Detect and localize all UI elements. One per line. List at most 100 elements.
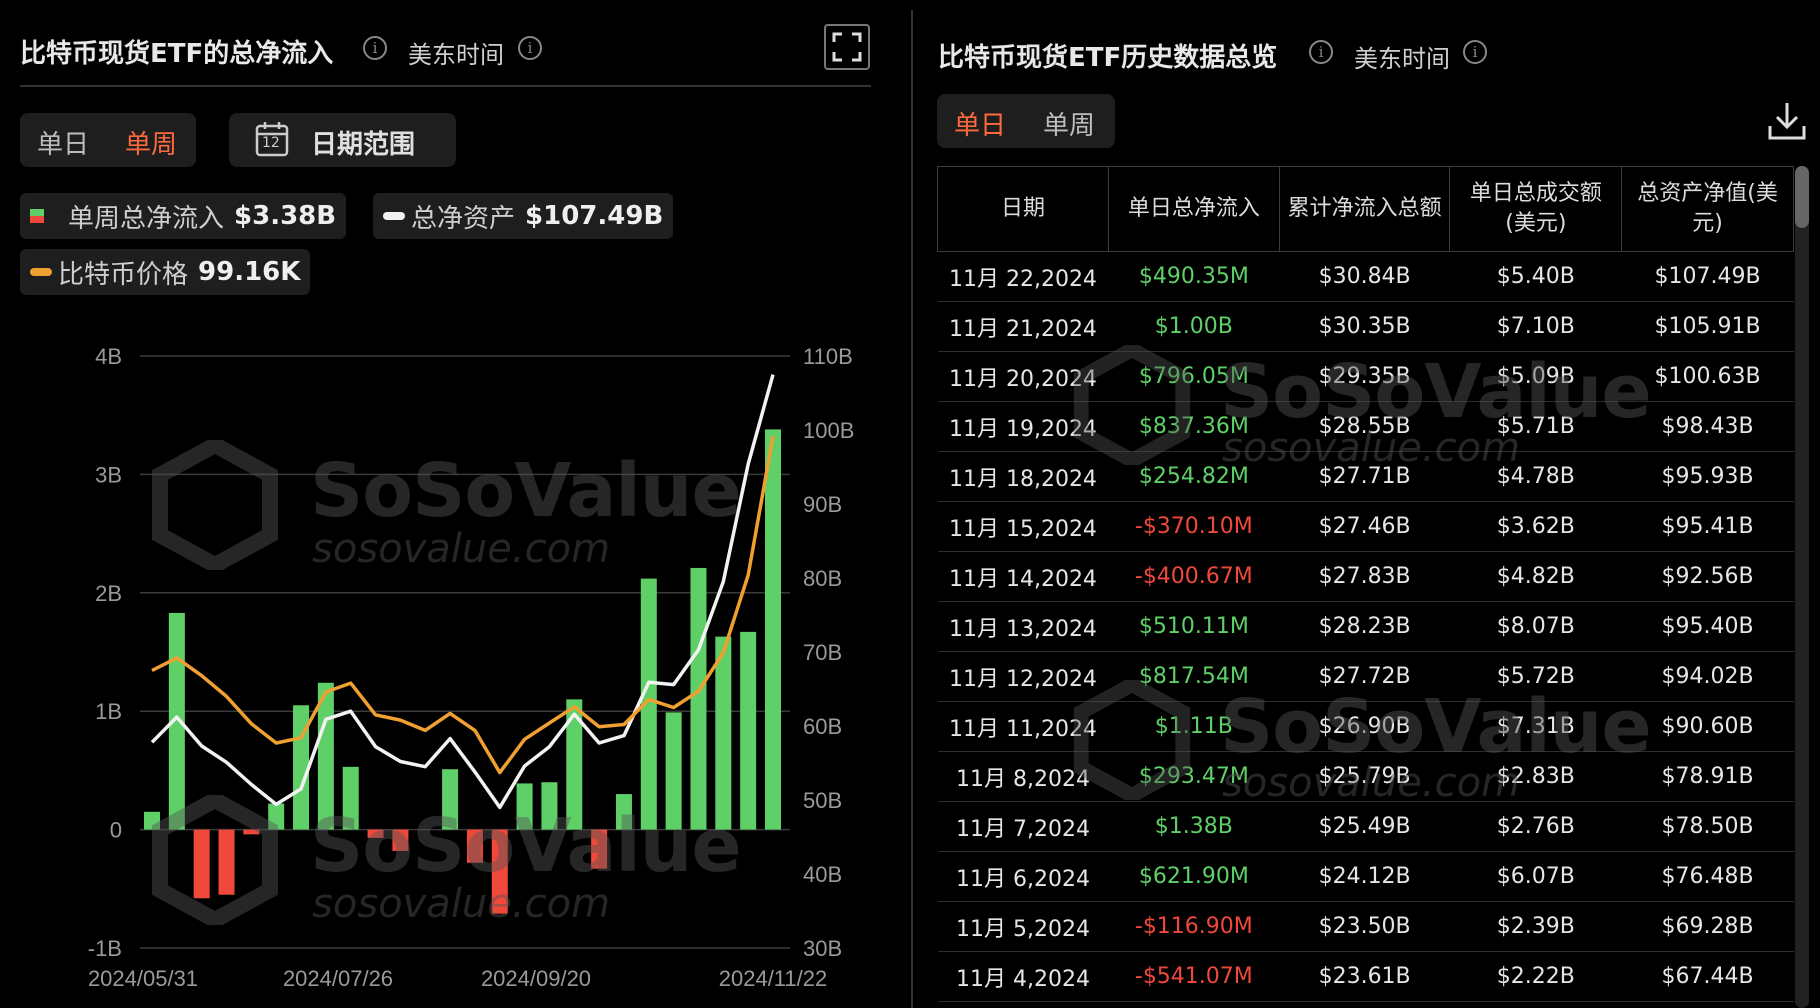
bar xyxy=(740,631,757,830)
cell-net-assets: $95.41B xyxy=(1621,501,1794,552)
y-right-tick-label: 30B xyxy=(803,936,842,961)
y-left-tick-label: -1B xyxy=(88,936,122,961)
cell-daily-inflow: -$400.67M xyxy=(1108,551,1280,602)
timezone-label: 美东时间 xyxy=(408,41,504,69)
cell-volume: $2.39B xyxy=(1449,901,1622,952)
cell-daily-inflow: -$370.10M xyxy=(1108,501,1280,552)
y-right-tick-label: 80B xyxy=(803,566,842,591)
legend-value: $107.49B xyxy=(525,201,664,231)
x-tick-label: 2024/05/31 xyxy=(88,966,198,991)
date-range-label: 日期范围 xyxy=(311,130,416,160)
info-icon[interactable]: i xyxy=(518,36,542,60)
sosovalue-logo xyxy=(152,435,278,575)
date-range-button[interactable]: 12 日期范围 xyxy=(229,113,456,167)
table-row[interactable]: 11月 15,2024 -$370.10M $27.46B $3.62B $95.41B xyxy=(937,501,1794,552)
cell-cumulative-inflow: $27.46B xyxy=(1279,501,1450,552)
watermark-url: sosovalue.com xyxy=(312,526,611,572)
right-panel: 比特币现货ETF历史数据总览 i 美东时间 i 单日 单周 日期 单日总净流入 … xyxy=(912,0,1820,1008)
sosovalue-logo xyxy=(1073,676,1191,804)
scrollbar-thumb[interactable] xyxy=(1795,166,1809,228)
watermark: SoSoValue sosovalue.com xyxy=(150,435,742,575)
header-daily-inflow[interactable]: 单日总净流入 xyxy=(1107,166,1280,252)
legend-net-assets[interactable]: 总净资产 $107.49B xyxy=(373,193,674,239)
sosovalue-logo xyxy=(152,790,278,930)
cell-net-assets: $107.49B xyxy=(1621,251,1794,302)
download-icon[interactable] xyxy=(1767,100,1807,142)
cell-net-assets: $76.48B xyxy=(1621,851,1794,902)
cell-net-assets: $69.28B xyxy=(1621,901,1794,952)
header-net-assets[interactable]: 总资产净值(美元) xyxy=(1621,166,1794,252)
watermark: SoSoValue sosovalue.com xyxy=(1072,341,1652,471)
table-row[interactable]: 11月 14,2024 -$400.67M $27.83B $4.82B $92.56B xyxy=(937,551,1794,602)
cell-volume: $7.10B xyxy=(1449,301,1622,352)
legend-value: $3.38B xyxy=(234,201,337,231)
watermark-brand: SoSoValue xyxy=(310,803,742,889)
y-left-tick-label: 3B xyxy=(95,462,122,487)
info-icon[interactable]: i xyxy=(363,36,387,60)
watermark-brand: SoSoValue xyxy=(1220,349,1652,435)
legend-label: 单周总净流入 xyxy=(68,203,225,234)
header-cumulative-inflow[interactable]: 累计净流入总额 xyxy=(1278,166,1451,252)
legend-weekly-inflow[interactable]: 单周总净流入 $3.38B xyxy=(20,193,347,239)
y-left-tick-label: 0 xyxy=(110,818,122,843)
table-row[interactable]: 11月 7,2024 $1.38B $25.49B $2.76B $78.50B xyxy=(937,801,1794,852)
header-date[interactable]: 日期 xyxy=(937,166,1109,252)
table-row[interactable]: 11月 4,2024 -$541.07M $23.61B $2.22B $67.44B xyxy=(937,951,1794,1002)
tab-weekly[interactable]: 单周 xyxy=(125,124,177,161)
tab-daily[interactable]: 单日 xyxy=(954,105,1006,142)
header-volume[interactable]: 单日总成交额(美元) xyxy=(1449,166,1623,252)
y-left-tick-label: 2B xyxy=(95,581,122,606)
cell-date: 11月 13,2024 xyxy=(937,601,1109,652)
info-icon[interactable]: i xyxy=(1309,40,1333,64)
history-table: 日期 单日总净流入 累计净流入总额 单日总成交额(美元) 总资产净值(美元) 1… xyxy=(937,166,1794,1002)
cell-cumulative-inflow: $30.35B xyxy=(1279,301,1450,352)
legend-label: 比特币价格 xyxy=(58,259,189,290)
y-right-tick-label: 40B xyxy=(803,862,842,887)
table-row[interactable]: 11月 13,2024 $510.11M $28.23B $8.07B $95.40B xyxy=(937,601,1794,652)
bar xyxy=(690,567,707,830)
cell-daily-inflow: $1.38B xyxy=(1108,801,1280,852)
period-toggle: 单日 单周 xyxy=(937,94,1115,148)
watermark-brand: SoSoValue xyxy=(1220,684,1652,770)
legend-btc-price[interactable]: 比特币价格 99.16K xyxy=(20,249,311,295)
legend-value: 99.16K xyxy=(198,257,301,287)
table-row[interactable]: 11月 5,2024 -$116.90M $23.50B $2.39B $69.28B xyxy=(937,901,1794,952)
table-row[interactable]: 11月 6,2024 $621.90M $24.12B $6.07B $76.48B xyxy=(937,851,1794,902)
table-scrollbar[interactable] xyxy=(1795,166,1809,1008)
watermark-brand: SoSoValue xyxy=(310,448,742,534)
cell-daily-inflow: $490.35M xyxy=(1108,251,1280,302)
cell-cumulative-inflow: $23.50B xyxy=(1279,901,1450,952)
cell-net-assets: $67.44B xyxy=(1621,951,1794,1002)
legend-swatch xyxy=(383,212,405,220)
y-right-tick-label: 110B xyxy=(803,344,853,369)
expand-icon[interactable] xyxy=(824,24,870,70)
cell-date: 11月 6,2024 xyxy=(937,851,1109,902)
y-left-tick-label: 4B xyxy=(95,344,122,369)
table-row[interactable]: 11月 21,2024 $1.00B $30.35B $7.10B $105.91B xyxy=(937,301,1794,352)
cell-volume: $2.22B xyxy=(1449,951,1622,1002)
cell-cumulative-inflow: $25.49B xyxy=(1279,801,1450,852)
tab-weekly[interactable]: 单周 xyxy=(1043,105,1095,142)
cell-net-assets: $92.56B xyxy=(1621,551,1794,602)
info-icon[interactable]: i xyxy=(1463,40,1487,64)
sosovalue-logo xyxy=(1073,341,1191,469)
chart-title: 比特币现货ETF的总净流入 xyxy=(20,39,334,69)
bar xyxy=(715,636,732,830)
cell-volume: $8.07B xyxy=(1449,601,1622,652)
cell-volume: $5.40B xyxy=(1449,251,1622,302)
cell-volume: $2.76B xyxy=(1449,801,1622,852)
watermark-url: sosovalue.com xyxy=(312,881,611,927)
cell-net-assets: $105.91B xyxy=(1621,301,1794,352)
y-right-tick-label: 70B xyxy=(803,640,842,665)
table-row[interactable]: 11月 22,2024 $490.35M $30.84B $5.40B $107.49B xyxy=(937,251,1794,302)
watermark-url: sosovalue.com xyxy=(1222,425,1521,471)
bar xyxy=(765,429,781,830)
cell-cumulative-inflow: $28.23B xyxy=(1279,601,1450,652)
cell-net-assets: $78.50B xyxy=(1621,801,1794,852)
cell-net-assets: $95.93B xyxy=(1621,451,1794,502)
tab-daily[interactable]: 单日 xyxy=(37,124,89,161)
cell-daily-inflow: -$116.90M xyxy=(1108,901,1280,952)
watermark-url: sosovalue.com xyxy=(1222,760,1521,806)
cell-daily-inflow: $510.11M xyxy=(1108,601,1280,652)
cell-volume: $4.82B xyxy=(1449,551,1622,602)
